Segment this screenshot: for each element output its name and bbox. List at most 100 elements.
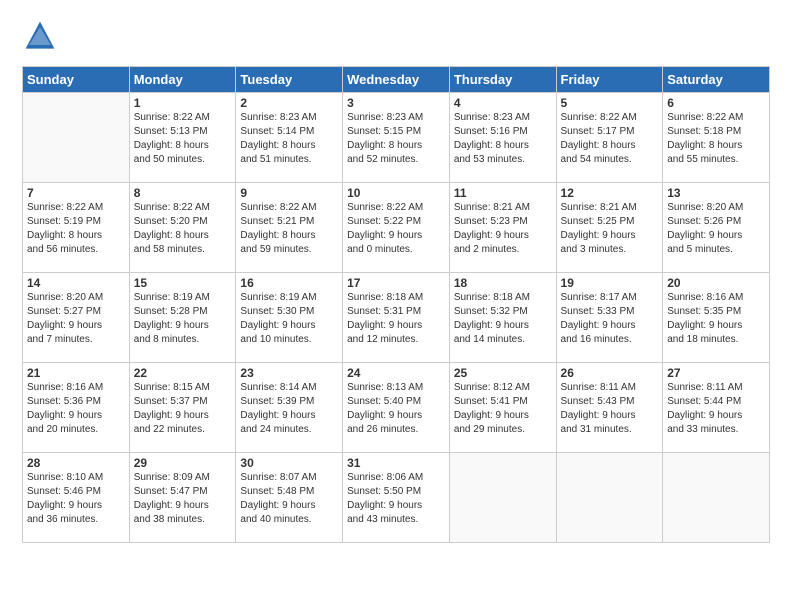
day-number: 6 [667, 96, 765, 110]
day-cell [556, 453, 663, 543]
day-cell: 4Sunrise: 8:23 AM Sunset: 5:16 PM Daylig… [449, 93, 556, 183]
header-cell-wednesday: Wednesday [343, 67, 450, 93]
header-cell-friday: Friday [556, 67, 663, 93]
day-cell: 1Sunrise: 8:22 AM Sunset: 5:13 PM Daylig… [129, 93, 236, 183]
day-cell: 28Sunrise: 8:10 AM Sunset: 5:46 PM Dayli… [23, 453, 130, 543]
day-number: 20 [667, 276, 765, 290]
day-info: Sunrise: 8:10 AM Sunset: 5:46 PM Dayligh… [27, 471, 125, 527]
day-cell: 27Sunrise: 8:11 AM Sunset: 5:44 PM Dayli… [663, 363, 770, 453]
day-info: Sunrise: 8:16 AM Sunset: 5:36 PM Dayligh… [27, 381, 125, 437]
day-number: 27 [667, 366, 765, 380]
day-info: Sunrise: 8:22 AM Sunset: 5:19 PM Dayligh… [27, 201, 125, 257]
day-number: 12 [561, 186, 659, 200]
day-cell: 10Sunrise: 8:22 AM Sunset: 5:22 PM Dayli… [343, 183, 450, 273]
day-number: 3 [347, 96, 445, 110]
day-cell: 25Sunrise: 8:12 AM Sunset: 5:41 PM Dayli… [449, 363, 556, 453]
day-info: Sunrise: 8:22 AM Sunset: 5:21 PM Dayligh… [240, 201, 338, 257]
day-info: Sunrise: 8:23 AM Sunset: 5:15 PM Dayligh… [347, 111, 445, 167]
day-cell: 3Sunrise: 8:23 AM Sunset: 5:15 PM Daylig… [343, 93, 450, 183]
week-row-1: 1Sunrise: 8:22 AM Sunset: 5:13 PM Daylig… [23, 93, 770, 183]
day-info: Sunrise: 8:19 AM Sunset: 5:30 PM Dayligh… [240, 291, 338, 347]
day-cell: 7Sunrise: 8:22 AM Sunset: 5:19 PM Daylig… [23, 183, 130, 273]
header-cell-sunday: Sunday [23, 67, 130, 93]
day-cell: 2Sunrise: 8:23 AM Sunset: 5:14 PM Daylig… [236, 93, 343, 183]
day-info: Sunrise: 8:18 AM Sunset: 5:31 PM Dayligh… [347, 291, 445, 347]
day-info: Sunrise: 8:11 AM Sunset: 5:44 PM Dayligh… [667, 381, 765, 437]
day-cell: 8Sunrise: 8:22 AM Sunset: 5:20 PM Daylig… [129, 183, 236, 273]
day-cell: 21Sunrise: 8:16 AM Sunset: 5:36 PM Dayli… [23, 363, 130, 453]
header-cell-saturday: Saturday [663, 67, 770, 93]
day-info: Sunrise: 8:18 AM Sunset: 5:32 PM Dayligh… [454, 291, 552, 347]
day-info: Sunrise: 8:20 AM Sunset: 5:27 PM Dayligh… [27, 291, 125, 347]
day-number: 23 [240, 366, 338, 380]
day-info: Sunrise: 8:21 AM Sunset: 5:23 PM Dayligh… [454, 201, 552, 257]
day-info: Sunrise: 8:14 AM Sunset: 5:39 PM Dayligh… [240, 381, 338, 437]
day-number: 9 [240, 186, 338, 200]
day-info: Sunrise: 8:09 AM Sunset: 5:47 PM Dayligh… [134, 471, 232, 527]
day-number: 8 [134, 186, 232, 200]
day-number: 5 [561, 96, 659, 110]
day-number: 31 [347, 456, 445, 470]
day-cell [23, 93, 130, 183]
day-number: 1 [134, 96, 232, 110]
header-cell-thursday: Thursday [449, 67, 556, 93]
day-cell: 18Sunrise: 8:18 AM Sunset: 5:32 PM Dayli… [449, 273, 556, 363]
logo [22, 18, 62, 54]
week-row-3: 14Sunrise: 8:20 AM Sunset: 5:27 PM Dayli… [23, 273, 770, 363]
day-info: Sunrise: 8:07 AM Sunset: 5:48 PM Dayligh… [240, 471, 338, 527]
day-cell: 17Sunrise: 8:18 AM Sunset: 5:31 PM Dayli… [343, 273, 450, 363]
day-number: 13 [667, 186, 765, 200]
day-info: Sunrise: 8:22 AM Sunset: 5:13 PM Dayligh… [134, 111, 232, 167]
day-cell: 23Sunrise: 8:14 AM Sunset: 5:39 PM Dayli… [236, 363, 343, 453]
day-cell: 14Sunrise: 8:20 AM Sunset: 5:27 PM Dayli… [23, 273, 130, 363]
day-info: Sunrise: 8:22 AM Sunset: 5:20 PM Dayligh… [134, 201, 232, 257]
day-cell: 31Sunrise: 8:06 AM Sunset: 5:50 PM Dayli… [343, 453, 450, 543]
day-number: 11 [454, 186, 552, 200]
day-info: Sunrise: 8:15 AM Sunset: 5:37 PM Dayligh… [134, 381, 232, 437]
day-number: 7 [27, 186, 125, 200]
day-info: Sunrise: 8:20 AM Sunset: 5:26 PM Dayligh… [667, 201, 765, 257]
day-info: Sunrise: 8:23 AM Sunset: 5:14 PM Dayligh… [240, 111, 338, 167]
day-info: Sunrise: 8:23 AM Sunset: 5:16 PM Dayligh… [454, 111, 552, 167]
calendar-table: SundayMondayTuesdayWednesdayThursdayFrid… [22, 66, 770, 543]
day-info: Sunrise: 8:06 AM Sunset: 5:50 PM Dayligh… [347, 471, 445, 527]
day-info: Sunrise: 8:22 AM Sunset: 5:17 PM Dayligh… [561, 111, 659, 167]
logo-icon [22, 18, 58, 54]
week-row-5: 28Sunrise: 8:10 AM Sunset: 5:46 PM Dayli… [23, 453, 770, 543]
day-cell: 11Sunrise: 8:21 AM Sunset: 5:23 PM Dayli… [449, 183, 556, 273]
day-cell: 13Sunrise: 8:20 AM Sunset: 5:26 PM Dayli… [663, 183, 770, 273]
day-cell: 12Sunrise: 8:21 AM Sunset: 5:25 PM Dayli… [556, 183, 663, 273]
day-info: Sunrise: 8:12 AM Sunset: 5:41 PM Dayligh… [454, 381, 552, 437]
day-info: Sunrise: 8:21 AM Sunset: 5:25 PM Dayligh… [561, 201, 659, 257]
day-info: Sunrise: 8:17 AM Sunset: 5:33 PM Dayligh… [561, 291, 659, 347]
day-cell: 5Sunrise: 8:22 AM Sunset: 5:17 PM Daylig… [556, 93, 663, 183]
day-cell: 26Sunrise: 8:11 AM Sunset: 5:43 PM Dayli… [556, 363, 663, 453]
day-number: 19 [561, 276, 659, 290]
week-row-4: 21Sunrise: 8:16 AM Sunset: 5:36 PM Dayli… [23, 363, 770, 453]
day-info: Sunrise: 8:11 AM Sunset: 5:43 PM Dayligh… [561, 381, 659, 437]
header [22, 18, 770, 54]
day-cell: 22Sunrise: 8:15 AM Sunset: 5:37 PM Dayli… [129, 363, 236, 453]
day-number: 24 [347, 366, 445, 380]
day-number: 30 [240, 456, 338, 470]
day-cell: 15Sunrise: 8:19 AM Sunset: 5:28 PM Dayli… [129, 273, 236, 363]
day-cell [449, 453, 556, 543]
day-number: 14 [27, 276, 125, 290]
day-number: 18 [454, 276, 552, 290]
day-number: 22 [134, 366, 232, 380]
day-cell [663, 453, 770, 543]
page: SundayMondayTuesdayWednesdayThursdayFrid… [0, 0, 792, 612]
day-cell: 20Sunrise: 8:16 AM Sunset: 5:35 PM Dayli… [663, 273, 770, 363]
day-number: 10 [347, 186, 445, 200]
day-number: 21 [27, 366, 125, 380]
day-cell: 19Sunrise: 8:17 AM Sunset: 5:33 PM Dayli… [556, 273, 663, 363]
day-cell: 30Sunrise: 8:07 AM Sunset: 5:48 PM Dayli… [236, 453, 343, 543]
day-cell: 24Sunrise: 8:13 AM Sunset: 5:40 PM Dayli… [343, 363, 450, 453]
header-cell-tuesday: Tuesday [236, 67, 343, 93]
day-info: Sunrise: 8:16 AM Sunset: 5:35 PM Dayligh… [667, 291, 765, 347]
week-row-2: 7Sunrise: 8:22 AM Sunset: 5:19 PM Daylig… [23, 183, 770, 273]
day-info: Sunrise: 8:19 AM Sunset: 5:28 PM Dayligh… [134, 291, 232, 347]
day-number: 17 [347, 276, 445, 290]
day-info: Sunrise: 8:22 AM Sunset: 5:18 PM Dayligh… [667, 111, 765, 167]
day-number: 29 [134, 456, 232, 470]
